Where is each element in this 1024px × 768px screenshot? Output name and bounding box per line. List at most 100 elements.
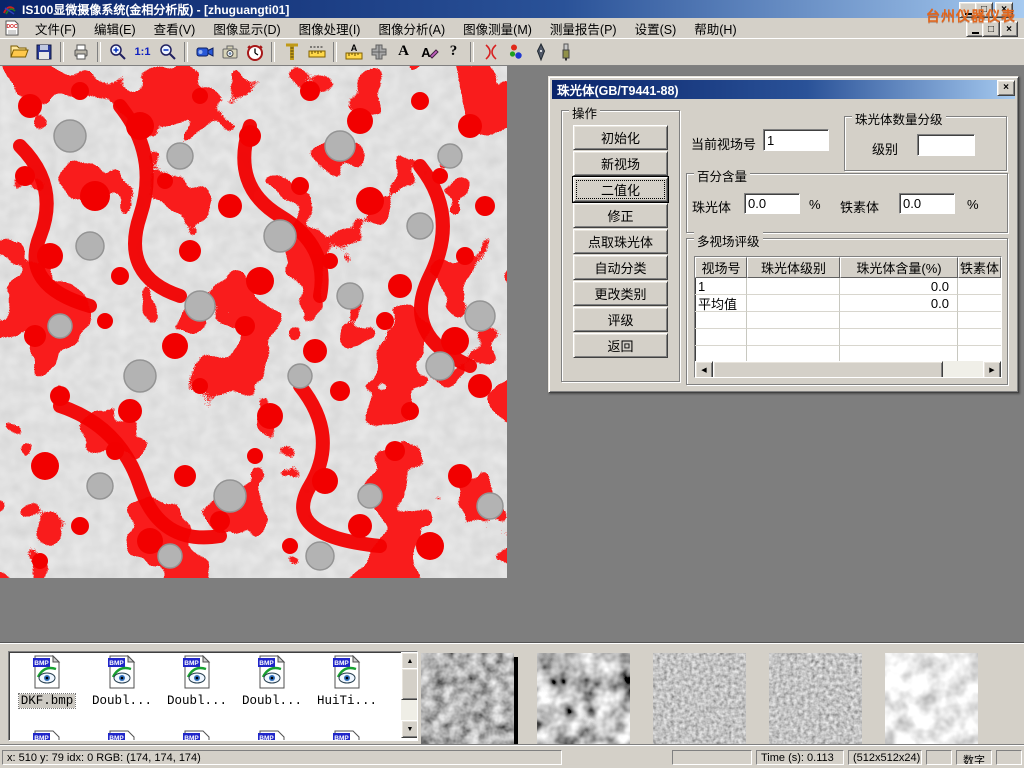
svg-text:BMP: BMP [109, 660, 124, 667]
file-name: DKF.bmp [19, 694, 76, 708]
file-item[interactable]: BMP [161, 730, 233, 741]
help-button[interactable]: ? [441, 40, 466, 64]
annotate-button[interactable]: A [416, 40, 441, 64]
thumbnail-image[interactable] [885, 653, 978, 746]
file-item[interactable]: BMP DKF.bmp [11, 655, 83, 708]
svg-text:BMP: BMP [34, 735, 49, 741]
zoom-out-button[interactable] [155, 40, 180, 64]
thumbnail-image[interactable] [653, 653, 746, 746]
scrollbar-track[interactable] [943, 361, 983, 377]
menu-item-help[interactable]: 帮助(H) [685, 17, 745, 40]
thumbnail-image[interactable] [769, 653, 862, 746]
binarize-button[interactable]: 二值化 [573, 177, 668, 202]
dialog-title: 珠光体(GB/T9441-88) [557, 80, 679, 99]
scrollbar-thumb[interactable] [713, 361, 943, 378]
table-horizontal-scrollbar[interactable]: ◀ ▶ [695, 361, 1001, 377]
scroll-left-button[interactable]: ◀ [695, 361, 713, 378]
level-input[interactable] [917, 134, 975, 156]
file-item[interactable]: BMP [236, 730, 308, 741]
dialog-title-bar[interactable]: 珠光体(GB/T9441-88) [552, 80, 1015, 99]
save-button[interactable] [31, 40, 56, 64]
phase-analysis-button[interactable] [503, 40, 528, 64]
status-bar: x: 510 y: 79 idx: 0 RGB: (174, 174, 174)… [0, 745, 1024, 768]
current-field-input[interactable] [763, 129, 829, 151]
bmp-file-icon: BMP [182, 730, 212, 741]
new-field-button[interactable]: 新视场 [573, 151, 668, 176]
video-capture-button[interactable] [192, 40, 217, 64]
open-file-button[interactable] [6, 40, 31, 64]
file-item[interactable]: BMP Doubl... [161, 655, 233, 708]
file-name: Doubl... [240, 694, 304, 708]
menu-item-image-analysis[interactable]: 图像分析(A) [369, 17, 454, 40]
file-item[interactable]: BMP [311, 730, 383, 741]
initialize-button[interactable]: 初始化 [573, 125, 668, 150]
window-title: IS100显微摄像系统(金相分析版) - [zhuguangti01] [22, 1, 289, 18]
scroll-down-button[interactable]: ▼ [401, 720, 418, 738]
menu-item-settings[interactable]: 设置(S) [626, 17, 686, 40]
specimen-image[interactable] [0, 66, 507, 578]
scrollbar-thumb[interactable] [401, 668, 418, 700]
col-header-ferrite[interactable]: 铁素体 [958, 257, 1001, 278]
auto-classify-button[interactable]: 自动分类 [573, 255, 668, 280]
file-item[interactable]: BMP Doubl... [86, 655, 158, 708]
menu-item-image-display[interactable]: 图像显示(D) [204, 17, 289, 40]
menu-item-measure-report[interactable]: 测量报告(P) [541, 17, 626, 40]
cursor-position-status: x: 510 y: 79 idx: 0 RGB: (174, 174, 174) [2, 750, 562, 765]
col-header-pearlite-percent[interactable]: 珠光体含量(%) [840, 257, 958, 278]
dialog-close-button[interactable]: × [997, 80, 1015, 96]
annotate-pencil-icon: A [419, 42, 439, 62]
cell-percent: 0.0 [840, 295, 958, 312]
file-item[interactable]: BMP [86, 730, 158, 741]
scroll-right-button[interactable]: ▶ [983, 361, 1001, 378]
brush-tool-button[interactable] [553, 40, 578, 64]
menu-item-edit[interactable]: 编辑(E) [85, 17, 145, 40]
file-item[interactable]: BMP Doubl... [236, 655, 308, 708]
table-row[interactable]: 1 0.0 [695, 278, 1001, 295]
svg-text:BMP: BMP [334, 735, 349, 741]
menu-item-image-measure[interactable]: 图像测量(M) [454, 17, 541, 40]
ruler-letter-icon: A [344, 42, 364, 62]
zoom-in-button[interactable] [105, 40, 130, 64]
thumbnail-image[interactable] [421, 653, 514, 746]
menu-item-image-process[interactable]: 图像处理(I) [290, 17, 370, 40]
operation-group-label: 操作 [569, 103, 600, 122]
return-button[interactable]: 返回 [573, 333, 668, 358]
file-item[interactable]: BMP HuiTi... [311, 655, 383, 708]
timer-button[interactable] [242, 40, 267, 64]
svg-text:BMP: BMP [34, 660, 49, 667]
col-header-field[interactable]: 视场号 [695, 257, 747, 278]
snapshot-button[interactable] [217, 40, 242, 64]
bmp-file-icon: BMP [257, 655, 287, 689]
file-list-scrollbar[interactable]: ▲ ▼ [401, 652, 417, 738]
col-header-pearlite-level[interactable]: 珠光体级别 [747, 257, 840, 278]
svg-text:BMP: BMP [259, 735, 274, 741]
bmp-file-icon: BMP [332, 655, 362, 689]
pearlite-percent-input[interactable] [744, 193, 800, 214]
rate-button[interactable]: 评级 [573, 307, 668, 332]
thumbnail-image[interactable] [537, 653, 630, 746]
print-button[interactable] [68, 40, 93, 64]
menu-item-file[interactable]: 文件(F) [26, 17, 85, 40]
toolbar-separator [470, 42, 474, 62]
grid-tool-button[interactable] [366, 40, 391, 64]
menu-item-view[interactable]: 查看(V) [145, 17, 205, 40]
pen-tool-button[interactable] [528, 40, 553, 64]
ferrite-label: 铁素体 [840, 197, 879, 216]
pick-pearlite-button[interactable]: 点取珠光体 [573, 229, 668, 254]
correct-button[interactable]: 修正 [573, 203, 668, 228]
scale-calibration-button[interactable]: A [341, 40, 366, 64]
text-tool-button[interactable]: A [391, 40, 416, 64]
grid-cross-icon [369, 42, 389, 62]
ruler-icon [307, 42, 327, 62]
caliper-button[interactable] [279, 40, 304, 64]
ruler-button[interactable] [304, 40, 329, 64]
ferrite-percent-input[interactable] [899, 193, 955, 214]
table-row[interactable]: 平均值 0.0 [695, 295, 1001, 312]
change-class-button[interactable]: 更改类别 [573, 281, 668, 306]
letter-a-icon: A [398, 43, 409, 60]
svg-text:BMP: BMP [334, 660, 349, 667]
file-item[interactable]: BMP [11, 730, 83, 741]
actual-size-button[interactable]: 1:1 [130, 40, 155, 64]
curve-tool-button[interactable] [478, 40, 503, 64]
title-bar: IS100显微摄像系统(金相分析版) - [zhuguangti01] [0, 0, 1024, 18]
